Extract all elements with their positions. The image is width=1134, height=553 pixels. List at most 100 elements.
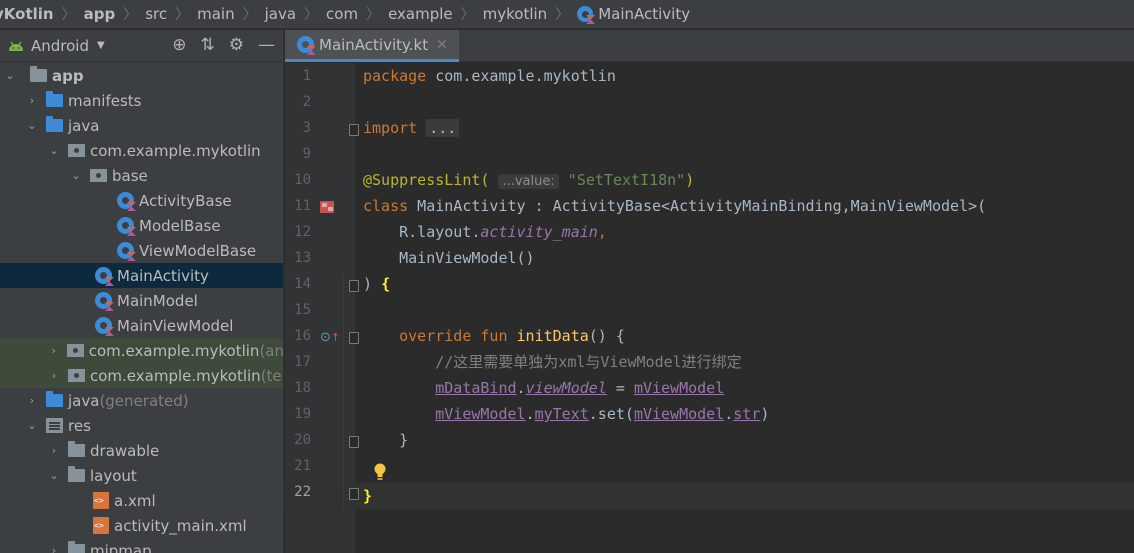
tree-item-mainactivity[interactable]: MainActivity	[0, 263, 283, 288]
line-number: 11	[294, 198, 311, 214]
fold-marker-icon[interactable]	[349, 488, 359, 500]
tree-item-a-xml[interactable]: a.xml	[0, 488, 283, 513]
locate-icon[interactable]: ⊕	[172, 37, 186, 54]
line-number: 9	[302, 146, 311, 162]
package-icon	[67, 344, 84, 357]
code-line-18[interactable]: mDataBind.viewModel = mViewModel	[363, 375, 724, 401]
kotlin-class-icon	[117, 217, 134, 234]
resource-folder-icon	[46, 418, 63, 433]
tab-mainactivity[interactable]: MainActivity.kt ✕	[285, 30, 459, 62]
indent-guide	[343, 273, 344, 509]
code-editor[interactable]: 1 2 3 9 10 11 12 13 14 15 16 17 18 19 20…	[285, 63, 1134, 553]
editor-tabs: MainActivity.kt ✕	[285, 30, 1134, 62]
chevron-down-icon[interactable]: ⌄	[70, 169, 82, 182]
parameter-hint: ...value:	[498, 174, 559, 189]
breadcrumb-item[interactable]: src 〉	[145, 4, 197, 24]
code-line-10[interactable]: @SuppressLint( ...value: "SetTextI18n")	[363, 167, 694, 193]
close-icon[interactable]: ✕	[436, 37, 448, 53]
code-line-19[interactable]: mViewModel.myText.set(mViewModel.str)	[363, 401, 769, 427]
chevron-right-icon[interactable]: ›	[48, 369, 60, 382]
fold-marker-icon[interactable]	[349, 436, 359, 448]
tree-item-base[interactable]: ⌄ base	[0, 163, 283, 188]
kotlin-class-icon	[117, 192, 134, 209]
breadcrumb-item[interactable]: app 〉	[84, 4, 146, 24]
tree-item-drawable[interactable]: › drawable	[0, 438, 283, 463]
tree-item-viewmodelbase[interactable]: ViewModelBase	[0, 238, 283, 263]
tree-item-activitybase[interactable]: ActivityBase	[0, 188, 283, 213]
code-line-1[interactable]: package com.example.mykotlin	[363, 63, 616, 89]
line-number: 17	[294, 354, 311, 370]
code-line-3[interactable]: import ...	[363, 115, 460, 141]
line-number: 16	[294, 328, 311, 344]
generated-folder-icon	[46, 391, 63, 407]
kotlin-class-icon	[95, 317, 112, 334]
run-gutter-icon[interactable]	[318, 200, 336, 214]
hide-icon[interactable]: —	[258, 37, 275, 54]
tree-item-java[interactable]: ⌄ java	[0, 113, 283, 138]
tree-item-app[interactable]: ⌄ app	[0, 63, 283, 88]
tree-item-mainviewmodel[interactable]: MainViewModel	[0, 313, 283, 338]
tree-item-manifests[interactable]: › manifests	[0, 88, 283, 113]
tree-item-mainmodel[interactable]: MainModel	[0, 288, 283, 313]
breadcrumb-item[interactable]: main 〉	[197, 4, 264, 24]
collapse-all-icon[interactable]: ⇅	[201, 37, 215, 54]
package-icon	[68, 144, 85, 157]
breadcrumb: yKotlin〉 app〉 src〉 main〉 java〉 com〉 exam…	[0, 0, 1134, 29]
line-number: 20	[294, 432, 311, 448]
code-line-16[interactable]: override fun initData() {	[363, 323, 625, 349]
chevron-right-icon[interactable]: ›	[26, 94, 38, 107]
line-number: 18	[294, 380, 311, 396]
tree-item-modelbase[interactable]: ModelBase	[0, 213, 283, 238]
kotlin-class-icon	[577, 6, 594, 22]
chevron-down-icon[interactable]: ⌄	[48, 144, 60, 157]
lightbulb-icon[interactable]	[373, 463, 387, 481]
chevron-down-icon[interactable]: ⌄	[26, 119, 38, 132]
fold-marker-icon[interactable]	[349, 332, 359, 344]
code-line-22[interactable]: }	[363, 483, 372, 509]
current-line-highlight	[285, 483, 1134, 509]
project-view-selector[interactable]: Android	[31, 37, 89, 55]
line-number: 15	[294, 302, 311, 318]
tree-item-package-androidtest[interactable]: › com.example.mykotlin (an	[0, 338, 283, 363]
tree-item-package[interactable]: ⌄ com.example.mykotlin	[0, 138, 283, 163]
breadcrumb-item[interactable]: com 〉	[326, 4, 388, 24]
breadcrumb-item[interactable]: mykotlin 〉	[483, 4, 578, 24]
tree-item-java-generated[interactable]: › java (generated)	[0, 388, 283, 413]
code-line-13[interactable]: MainViewModel()	[363, 245, 534, 271]
override-gutter-icon[interactable]: ⊙↑	[320, 330, 340, 345]
fold-marker-icon[interactable]	[349, 280, 359, 292]
tree-item-layout[interactable]: ⌄ layout	[0, 463, 283, 488]
breadcrumb-item[interactable]: java 〉	[265, 4, 326, 24]
code-line-11[interactable]: class MainActivity : ActivityBase<Activi…	[363, 193, 986, 219]
chevron-right-icon[interactable]: ›	[26, 394, 38, 407]
kotlin-class-icon	[95, 292, 112, 309]
breadcrumb-item[interactable]: example 〉	[388, 4, 483, 24]
android-icon	[9, 41, 23, 51]
breadcrumb-item[interactable]: yKotlin〉	[0, 4, 84, 24]
chevron-down-icon[interactable]: ⌄	[48, 469, 60, 482]
tree-item-activity-main-xml[interactable]: activity_main.xml	[0, 513, 283, 538]
chevron-down-icon[interactable]: ⌄	[4, 69, 16, 82]
settings-gear-icon[interactable]: ⚙	[229, 37, 244, 54]
chevron-right-icon[interactable]: ›	[48, 544, 60, 553]
chevron-down-icon[interactable]: ▼	[97, 40, 105, 51]
line-number: 10	[294, 172, 311, 188]
breadcrumb-item[interactable]: MainActivity	[577, 5, 690, 23]
tree-item-res[interactable]: ⌄ res	[0, 413, 283, 438]
tree-item-mipmap[interactable]: › mipmap	[0, 538, 283, 553]
line-number: 3	[302, 120, 311, 136]
folder-icon	[46, 91, 63, 107]
chevron-down-icon[interactable]: ⌄	[26, 419, 38, 432]
line-number: 21	[294, 458, 311, 474]
chevron-right-icon[interactable]: ›	[48, 444, 60, 457]
folder-icon	[68, 441, 85, 457]
code-line-14[interactable]: ) {	[363, 271, 390, 297]
code-line-20[interactable]: }	[363, 427, 408, 453]
code-line-12[interactable]: R.layout.activity_main,	[363, 219, 607, 245]
project-panel: Android ▼ ⊕ ⇅ ⚙ — ⌄ app › manifests ⌄ ja…	[0, 30, 284, 553]
code-line-17[interactable]: //这里需要单独为xml与ViewModel进行绑定	[363, 349, 741, 375]
project-toolbar: Android ▼ ⊕ ⇅ ⚙ —	[0, 30, 283, 62]
fold-marker-icon[interactable]	[349, 124, 359, 136]
tree-item-package-test[interactable]: › com.example.mykotlin (te	[0, 363, 283, 388]
chevron-right-icon[interactable]: ›	[48, 344, 59, 357]
